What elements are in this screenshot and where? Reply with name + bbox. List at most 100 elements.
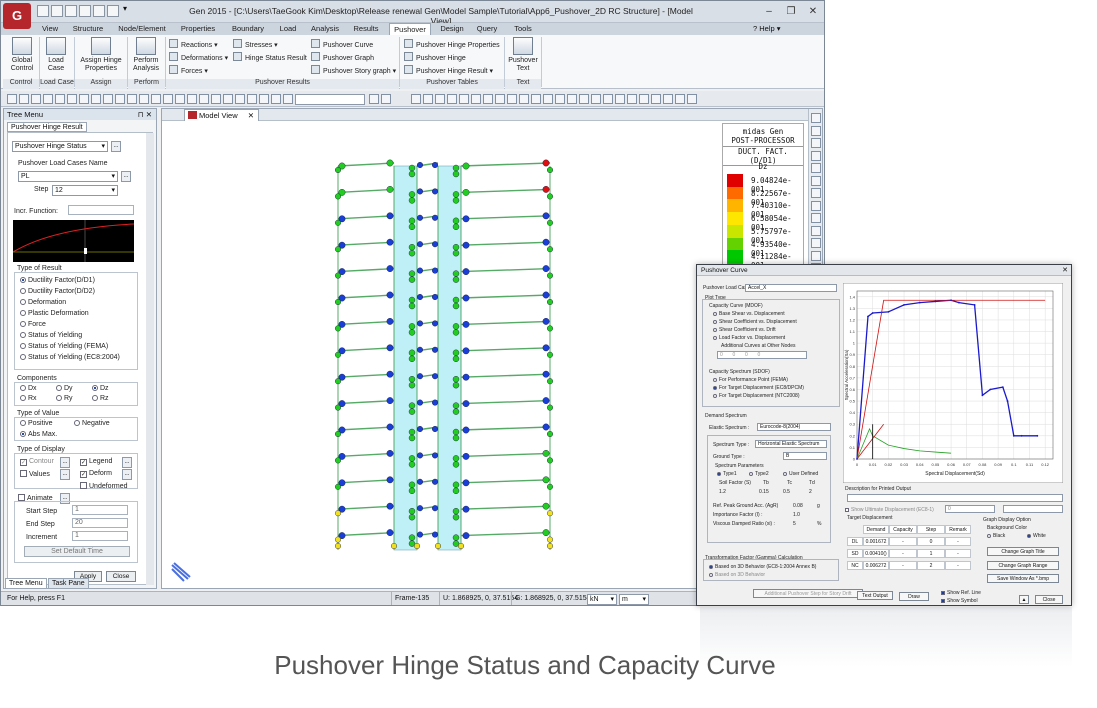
table-cell[interactable]: - (889, 549, 917, 558)
toolbar-icon[interactable] (19, 94, 29, 104)
toolbar-icon[interactable] (211, 94, 221, 104)
toolbar-icon[interactable] (127, 94, 137, 104)
restore-icon[interactable]: ❐ (780, 4, 802, 19)
mdof-option[interactable]: Load Factor vs. Displacement (713, 335, 785, 341)
table-cell[interactable]: 0.00410() (863, 549, 889, 558)
reactions-button[interactable]: Reactions ▾ (169, 39, 218, 51)
table-cell[interactable]: - (945, 537, 971, 546)
force-unit-select[interactable]: kN (587, 594, 617, 605)
values-checkbox[interactable]: Values (20, 470, 50, 478)
tab-analysis[interactable]: Analysis (307, 23, 343, 35)
ref-pga-value[interactable]: 0.08 (793, 503, 803, 509)
toolbar-icon[interactable] (151, 94, 161, 104)
pushover-text-button[interactable]: Pushover Text (507, 37, 539, 79)
tab-task-pane[interactable]: Task Pane (48, 578, 89, 589)
param-value[interactable]: 2 (809, 489, 812, 495)
tab-pushover[interactable]: Pushover (389, 23, 431, 35)
change-graph-title-button[interactable]: Change Graph Title (987, 547, 1059, 556)
load-case-select[interactable]: PL (18, 171, 118, 182)
stresses-button[interactable]: Stresses ▾ (233, 39, 278, 51)
view-tool-icon[interactable] (811, 175, 821, 186)
values-options-button[interactable]: ... (60, 469, 70, 480)
spectrum-type-select[interactable]: Horizontal Elastic Spectrum (755, 440, 827, 448)
toolbar-icon[interactable] (103, 94, 113, 104)
view-tool-icon[interactable] (811, 213, 821, 223)
toolbar-icon[interactable] (79, 94, 89, 104)
contour-options-button[interactable]: ... (60, 457, 70, 468)
result-option[interactable]: Ductility Factor(D/D2) (20, 288, 95, 295)
incr-function-field[interactable] (68, 205, 134, 215)
tab-query[interactable]: Query (473, 23, 501, 35)
toolbar-icon[interactable] (139, 94, 149, 104)
toolbar-icon[interactable] (675, 94, 685, 104)
toolbar-icon[interactable] (591, 94, 601, 104)
tab-structure[interactable]: Structure (69, 23, 107, 35)
table-cell[interactable]: 0.001672 (863, 537, 889, 546)
deform-options-button[interactable]: ... (122, 469, 132, 480)
toolbar-icon[interactable] (555, 94, 565, 104)
toolbar-icon[interactable] (543, 94, 553, 104)
print-icon[interactable] (93, 5, 105, 17)
toolbar-icon[interactable] (627, 94, 637, 104)
toolbar-icon[interactable] (471, 94, 481, 104)
toolbar-icon[interactable] (567, 94, 577, 104)
draw-button[interactable]: Draw (899, 592, 929, 601)
pushover-hinge-button[interactable]: Pushover Hinge (404, 52, 466, 64)
toolbar-icon[interactable] (175, 94, 185, 104)
toolbar-icon[interactable] (435, 94, 445, 104)
toolbar-icon[interactable] (531, 94, 541, 104)
toolbar-icon[interactable] (459, 94, 469, 104)
length-unit-select[interactable]: m (619, 594, 649, 605)
table-cell[interactable]: - (889, 537, 917, 546)
tab-properties[interactable]: Properties (177, 23, 219, 35)
deform-checkbox[interactable]: ✓ Deform (80, 470, 112, 478)
contour-checkbox[interactable]: ✓ Contour (20, 458, 54, 466)
table-cell[interactable]: 0 (917, 537, 945, 546)
toolbar-icon[interactable] (615, 94, 625, 104)
table-cell[interactable]: 1 (917, 549, 945, 558)
tab-design[interactable]: Design (437, 23, 467, 35)
toolbar-icon[interactable] (639, 94, 649, 104)
end-step-field[interactable]: 20 (72, 518, 128, 528)
more-button[interactable]: ... (111, 141, 121, 152)
hinge-status-result-button[interactable]: Hinge Status Result (233, 52, 307, 64)
component-option[interactable]: Rx (20, 395, 37, 402)
result-option[interactable]: Force (20, 321, 46, 328)
minimize-icon[interactable]: – (758, 4, 780, 19)
set-default-time-button[interactable]: Set Default Time (24, 546, 130, 557)
sdof-option[interactable]: For Target Displacement (NTC2008) (713, 393, 800, 399)
tab-tree-menu[interactable]: Tree Menu (5, 578, 47, 589)
pushover-curve-button[interactable]: Pushover Curve (311, 39, 373, 51)
step-select[interactable]: 12 (52, 185, 118, 196)
tab-results[interactable]: Results (349, 23, 383, 35)
view-tool-icon[interactable] (811, 163, 821, 173)
load-case-more-button[interactable]: ... (121, 171, 131, 182)
toolbar-icon[interactable] (31, 94, 41, 104)
app-logo[interactable]: G (3, 3, 31, 29)
tab-view[interactable]: View (37, 23, 63, 35)
mdof-option[interactable]: Base Shear vs. Displacement (713, 311, 785, 317)
view-tool-icon[interactable] (811, 150, 821, 161)
value-option[interactable]: Abs Max. (20, 431, 57, 438)
mdof-option[interactable]: Shear Coefficient vs. Displacement (713, 319, 797, 325)
result-option[interactable]: Status of Yielding (20, 332, 82, 339)
sdof-option[interactable]: For Target Displacement (EC8/DPCM) (713, 385, 804, 391)
toolbar-icon[interactable] (663, 94, 673, 104)
view-tool-icon[interactable] (811, 113, 821, 123)
panel-tab-pushover-hinge-result[interactable]: Pushover Hinge Result (7, 122, 87, 132)
additional-curves-field[interactable]: 0 0 0 0 (717, 351, 807, 359)
pushover-story-graph-button[interactable]: Pushover Story graph ▾ (311, 65, 396, 77)
toolbar-icon[interactable] (247, 94, 257, 104)
result-option[interactable]: Ductility Factor(D/D1) (20, 277, 95, 284)
toolbar-icon[interactable] (271, 94, 281, 104)
result-option[interactable]: Status of Yielding (FEMA) (20, 343, 108, 350)
tab-boundary[interactable]: Boundary (227, 23, 269, 35)
show-ultimate-checkbox[interactable]: Show Ultimate Displacement (EC8-1) (845, 507, 934, 513)
mdof-option[interactable]: Shear Coefficient vs. Drift (713, 327, 776, 333)
assign-hinge-button[interactable]: Assign Hinge Properties (77, 37, 125, 79)
toolbar-icon[interactable] (483, 94, 493, 104)
param-value[interactable]: 1.2 (719, 489, 726, 495)
toolbar-icon[interactable] (447, 94, 457, 104)
toolbar-icon[interactable] (495, 94, 505, 104)
table-cell[interactable]: - (945, 549, 971, 558)
